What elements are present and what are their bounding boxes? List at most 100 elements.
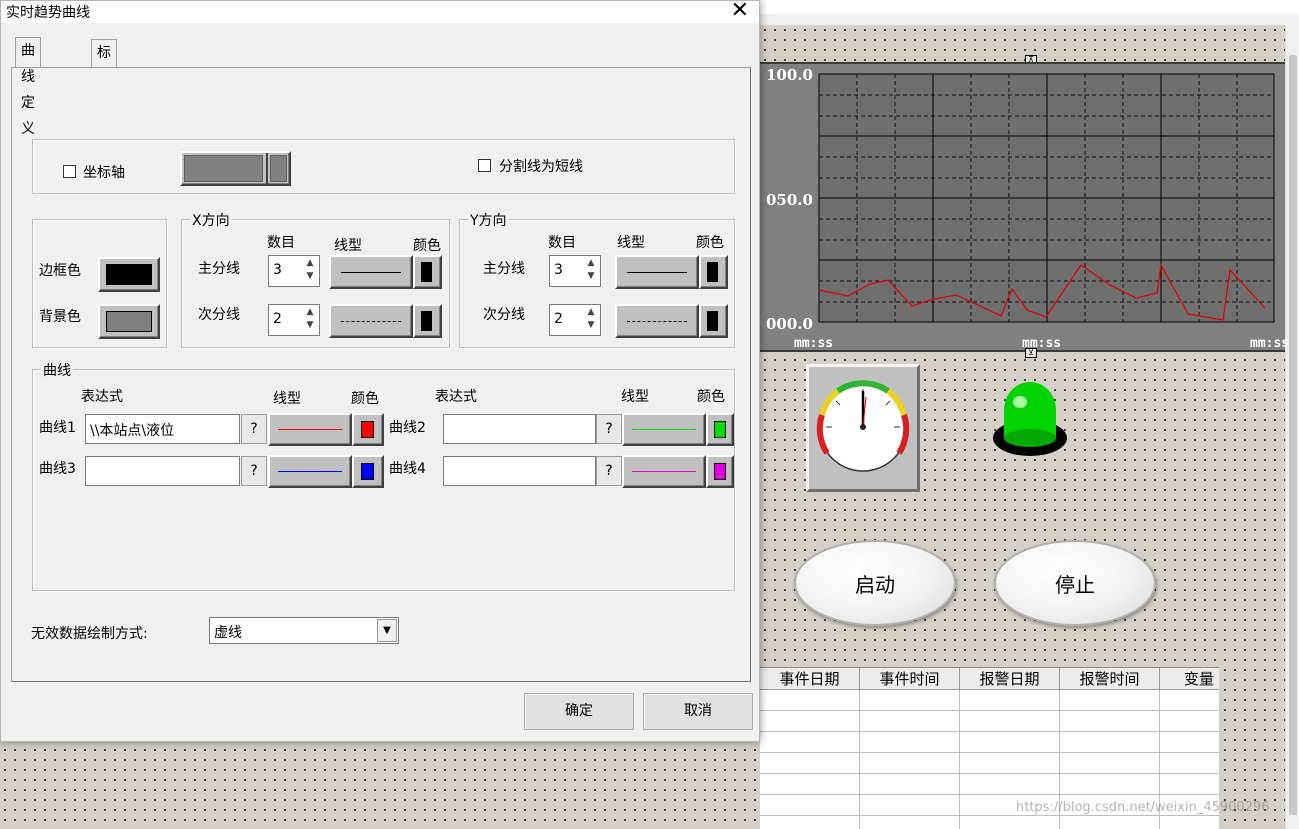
gauge-widget[interactable] xyxy=(806,364,920,492)
y-minor-color-swatch xyxy=(707,311,718,331)
spin-arrows-icon[interactable]: ▲ ▼ xyxy=(303,257,317,285)
curve3-expression-input[interactable] xyxy=(85,456,240,486)
scrollbar-thumb[interactable] xyxy=(1289,55,1297,815)
y-direction-group: Y方向 数目 线型 颜色 主分线 3 ▲ ▼ 次分线 2 ▲ ▼ xyxy=(459,210,735,348)
curve-linetype-header-right: 线型 xyxy=(621,389,649,405)
curve1-color-swatch xyxy=(361,421,374,438)
ok-button[interactable]: 确定 xyxy=(524,693,634,730)
x-major-count-stepper[interactable]: 3 ▲ ▼ xyxy=(268,255,320,287)
trend-y-label-top: 100.0 xyxy=(766,66,813,84)
spin-arrows-icon[interactable]: ▲ ▼ xyxy=(584,257,598,285)
curve4-color-button[interactable] xyxy=(706,455,734,488)
tab-marker-definition[interactable]: 标识定义 xyxy=(91,39,117,139)
x-minor-label: 次分线 xyxy=(198,307,240,323)
x-minor-linetype-button[interactable] xyxy=(329,304,413,338)
indicator-light-icon[interactable] xyxy=(992,378,1072,468)
y-major-count-stepper[interactable]: 3 ▲ ▼ xyxy=(549,255,601,287)
stop-button[interactable]: 停止 xyxy=(994,540,1156,626)
y-major-linetype-button[interactable] xyxy=(615,255,699,289)
x-color-header: 颜色 xyxy=(413,238,441,254)
tab-curve-definition[interactable]: 曲线定义 xyxy=(15,37,41,137)
y-minor-count-stepper[interactable]: 2 ▲ ▼ xyxy=(549,304,601,336)
x-major-label: 主分线 xyxy=(198,261,240,277)
curve1-color-button[interactable] xyxy=(352,413,384,446)
curve3-color-button[interactable] xyxy=(352,455,384,488)
close-icon[interactable]: ✕ xyxy=(731,0,749,23)
curve1-linetype-button[interactable] xyxy=(268,413,352,446)
trend-x-label-1: mm:ss xyxy=(794,336,834,351)
vertical-scrollbar[interactable] xyxy=(1285,25,1299,829)
x-major-count-value: 3 xyxy=(273,262,282,278)
trend-chart[interactable]: 100.0 050.0 000.0 mm:ss mm:ss mm:ss xyxy=(760,62,1289,352)
dashed-line-sample xyxy=(627,321,687,322)
table-row[interactable] xyxy=(760,753,1219,774)
border-color-button[interactable] xyxy=(98,257,160,292)
background-top-strip xyxy=(760,0,1299,14)
y-major-color-button[interactable] xyxy=(699,255,728,289)
curve1-expression-input[interactable]: \\本站点\液位 xyxy=(85,414,240,444)
cancel-button[interactable]: 取消 xyxy=(643,693,753,730)
invalid-data-label: 无效数据绘制方式: xyxy=(31,626,148,642)
curve2-color-button[interactable] xyxy=(706,413,734,446)
curve1-browse-button[interactable]: ? xyxy=(241,414,267,444)
curve3-browse-button[interactable]: ? xyxy=(241,456,267,486)
trend-x-label-3: mm:ss xyxy=(1250,336,1290,351)
border-color-swatch xyxy=(106,264,152,285)
x-major-linetype-button[interactable] xyxy=(329,255,413,289)
green-line-sample xyxy=(632,429,696,430)
table-row[interactable] xyxy=(760,816,1219,829)
background-color-swatch xyxy=(106,311,152,332)
column-header[interactable]: 事件日期 xyxy=(760,668,860,689)
y-minor-color-button[interactable] xyxy=(699,304,728,338)
axis-checkbox-label: 坐标轴 xyxy=(83,165,125,181)
x-minor-count-stepper[interactable]: 2 ▲ ▼ xyxy=(268,304,320,336)
y-minor-linetype-button[interactable] xyxy=(615,304,699,338)
y-minor-count-value: 2 xyxy=(554,311,563,327)
y-major-label: 主分线 xyxy=(483,261,525,277)
curve4-expression-input[interactable] xyxy=(443,456,596,486)
trend-bottom-handle[interactable]: ⊻ xyxy=(1025,348,1037,358)
y-major-color-swatch xyxy=(707,262,718,282)
x-minor-color-button[interactable] xyxy=(413,304,442,338)
spin-arrows-icon[interactable]: ▲ ▼ xyxy=(303,306,317,334)
invalid-data-select[interactable]: 虚线 ▼ xyxy=(209,617,399,644)
curve2-linetype-button[interactable] xyxy=(622,413,706,446)
x-minor-count-value: 2 xyxy=(273,311,282,327)
y-major-count-value: 3 xyxy=(554,262,563,278)
chevron-down-icon[interactable]: ▼ xyxy=(377,619,397,642)
x-major-color-button[interactable] xyxy=(413,255,442,289)
trend-chart-svg xyxy=(760,62,1285,352)
axis-color-button[interactable] xyxy=(180,151,291,186)
table-row[interactable] xyxy=(760,690,1219,711)
table-row[interactable] xyxy=(760,732,1219,753)
curve4-browse-button[interactable]: ? xyxy=(596,456,622,486)
x-linetype-header: 线型 xyxy=(334,238,362,254)
curve3-linetype-button[interactable] xyxy=(268,455,352,488)
background-color-button[interactable] xyxy=(98,304,160,339)
spin-arrows-icon[interactable]: ▲ ▼ xyxy=(584,306,598,334)
axis-group: 坐标轴 分割线为短线 xyxy=(32,139,735,194)
column-header[interactable]: 事件时间 xyxy=(860,668,960,689)
curve2-expression-input[interactable] xyxy=(443,414,596,444)
curve2-label: 曲线2 xyxy=(389,420,426,436)
curve4-linetype-button[interactable] xyxy=(622,455,706,488)
axis-color-swatch xyxy=(184,155,263,182)
column-header[interactable]: 报警时间 xyxy=(1060,668,1160,689)
curve1-label: 曲线1 xyxy=(39,420,76,436)
curve2-browse-button[interactable]: ? xyxy=(596,414,622,444)
column-header[interactable]: 报警日期 xyxy=(960,668,1060,689)
watermark: https://blog.csdn.net/weixin_45900296 xyxy=(1016,800,1270,815)
start-button[interactable]: 启动 xyxy=(794,540,956,626)
dialog-titlebar[interactable]: 实时趋势曲线 ✕ xyxy=(1,0,759,23)
x-direction-title: X方向 xyxy=(190,210,232,230)
column-header[interactable]: 变量 xyxy=(1160,668,1219,689)
solid-line-sample xyxy=(341,272,401,273)
table-row[interactable] xyxy=(760,774,1219,795)
table-row[interactable] xyxy=(760,711,1219,732)
axis-checkbox[interactable] xyxy=(63,165,76,178)
y-linetype-header: 线型 xyxy=(617,235,645,251)
x-major-color-swatch xyxy=(421,262,432,282)
short-divider-checkbox[interactable] xyxy=(478,159,491,172)
frame-color-group: 边框色 背景色 xyxy=(32,219,167,348)
y-count-header: 数目 xyxy=(548,235,576,251)
